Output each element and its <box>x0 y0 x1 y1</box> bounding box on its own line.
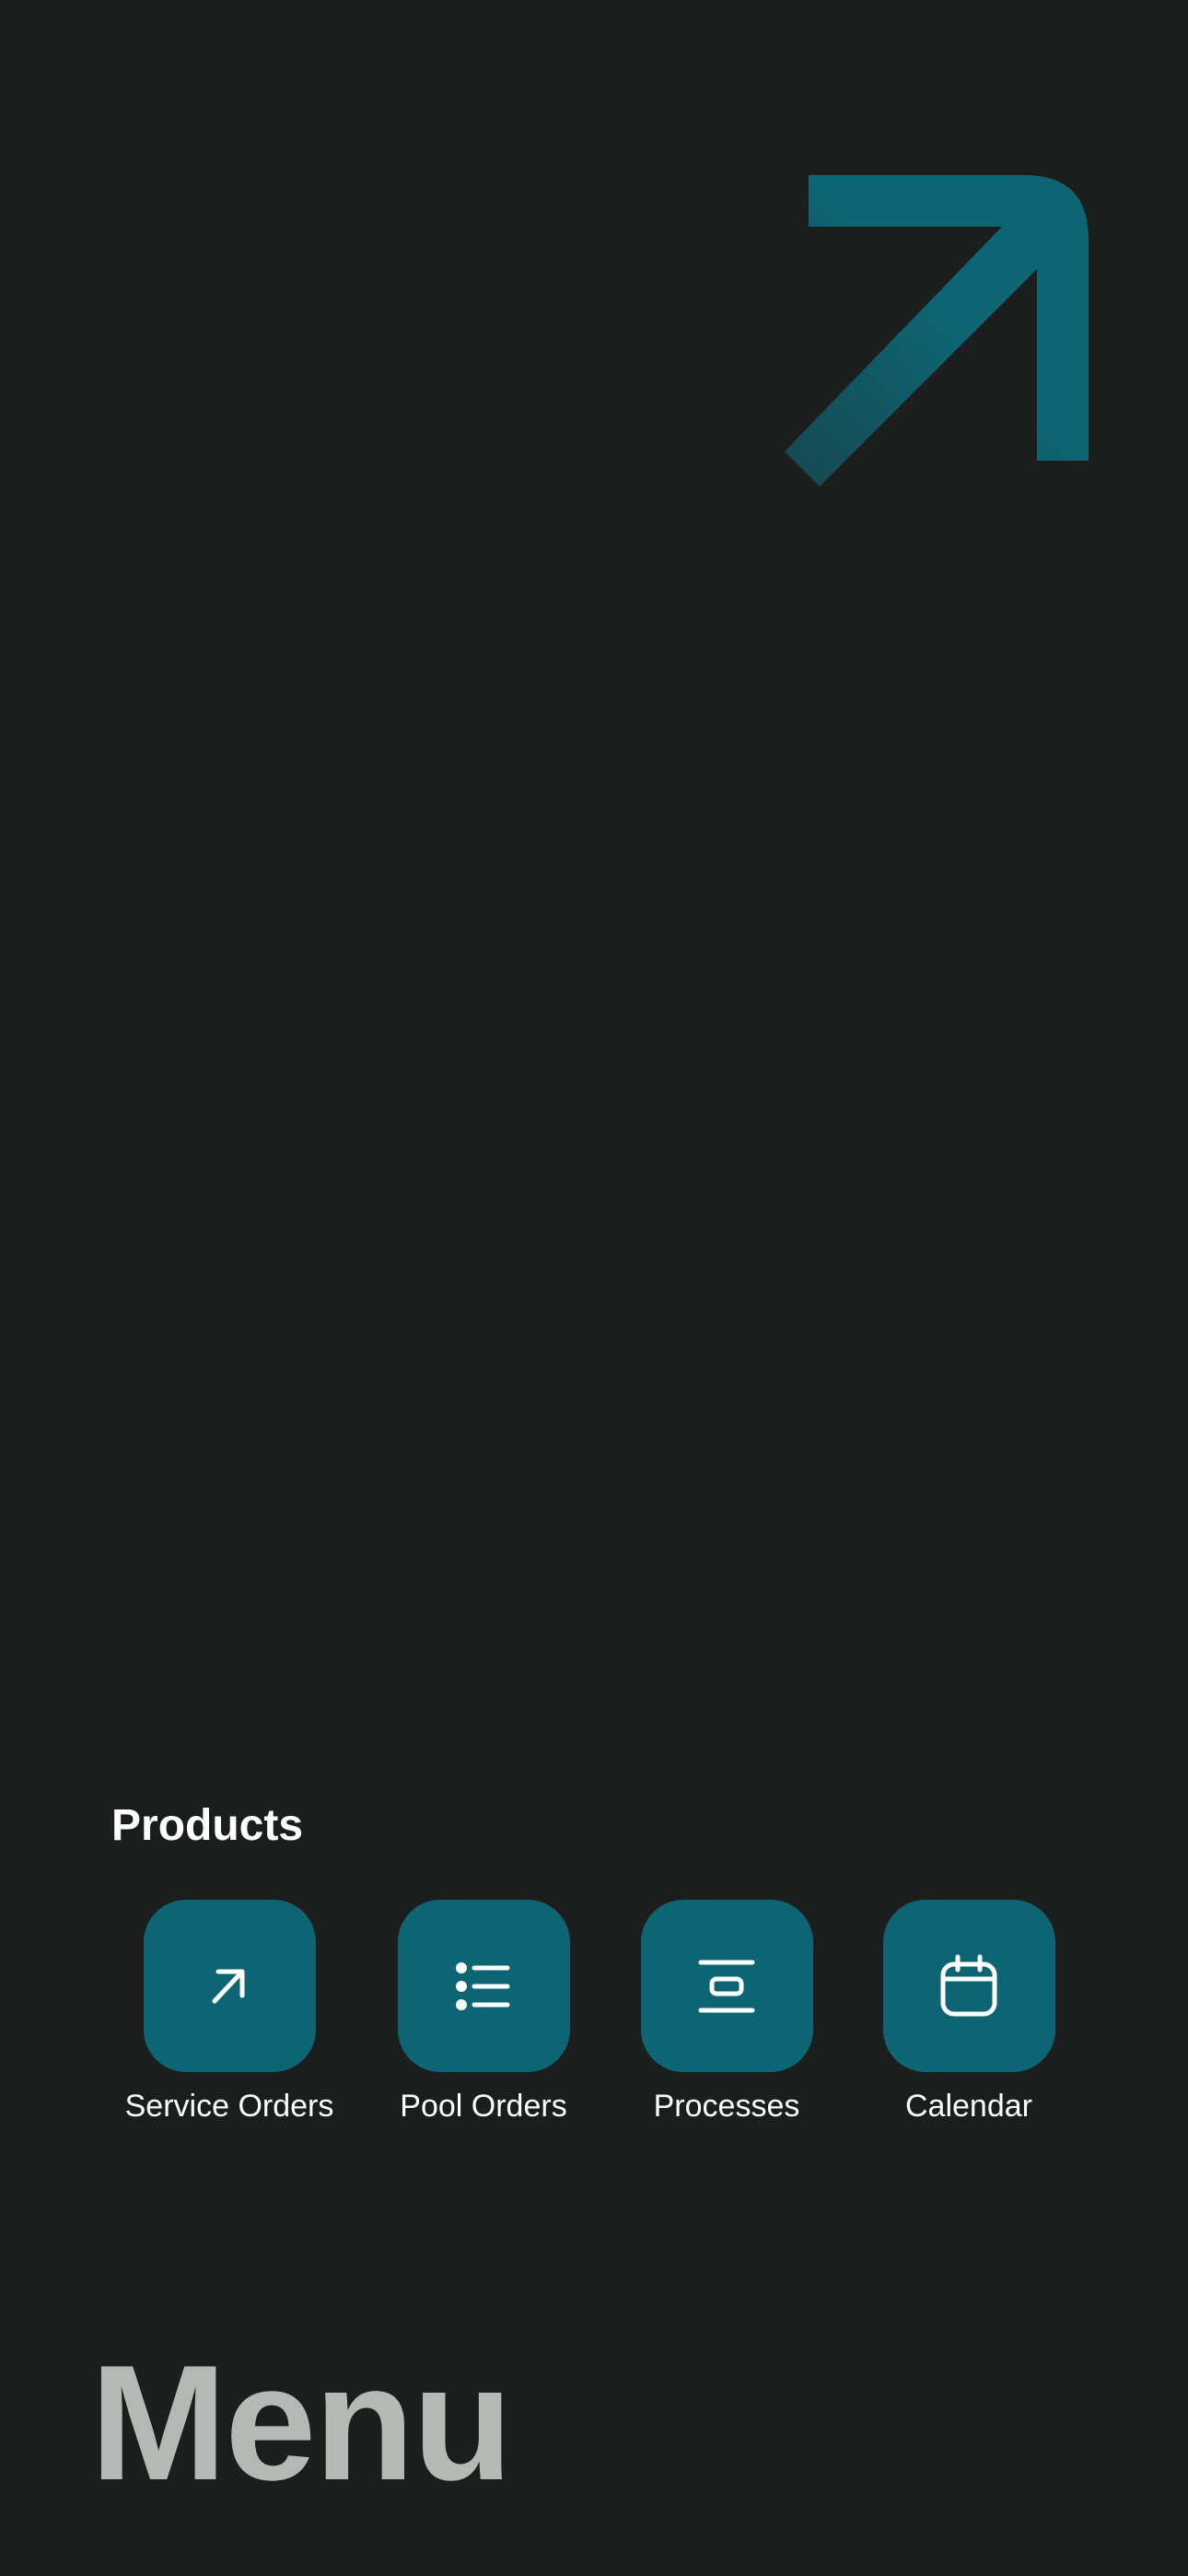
menu-title: Menu <box>90 2331 513 2514</box>
align-center-icon <box>698 1960 755 2012</box>
products-section-title: Products <box>111 1801 304 1850</box>
calendar-button[interactable]: Calendar <box>840 1900 1098 2125</box>
service-orders-label: Service Orders <box>124 2089 334 2124</box>
products-grid: Service Orders Pool Orders Processes Cal… <box>0 1900 1188 2139</box>
calendar-label: Calendar <box>905 2089 1032 2124</box>
pool-orders-label: Pool Orders <box>400 2089 567 2124</box>
service-orders-button[interactable]: Service Orders <box>100 1900 358 2125</box>
service-orders-tile[interactable] <box>143 1900 316 2072</box>
arrow-up-right-icon <box>212 1969 245 2003</box>
processes-label: Processes <box>653 2089 800 2124</box>
pool-orders-button[interactable]: Pool Orders <box>355 1900 612 2125</box>
processes-tile[interactable] <box>640 1900 813 2072</box>
list-icon <box>456 1961 510 2010</box>
hero-arrow-up-right-icon <box>785 175 1089 486</box>
processes-button[interactable]: Processes <box>598 1900 856 2125</box>
calendar-tile[interactable] <box>882 1900 1055 2072</box>
calendar-icon <box>940 1954 997 2016</box>
pool-orders-tile[interactable] <box>397 1900 570 2072</box>
